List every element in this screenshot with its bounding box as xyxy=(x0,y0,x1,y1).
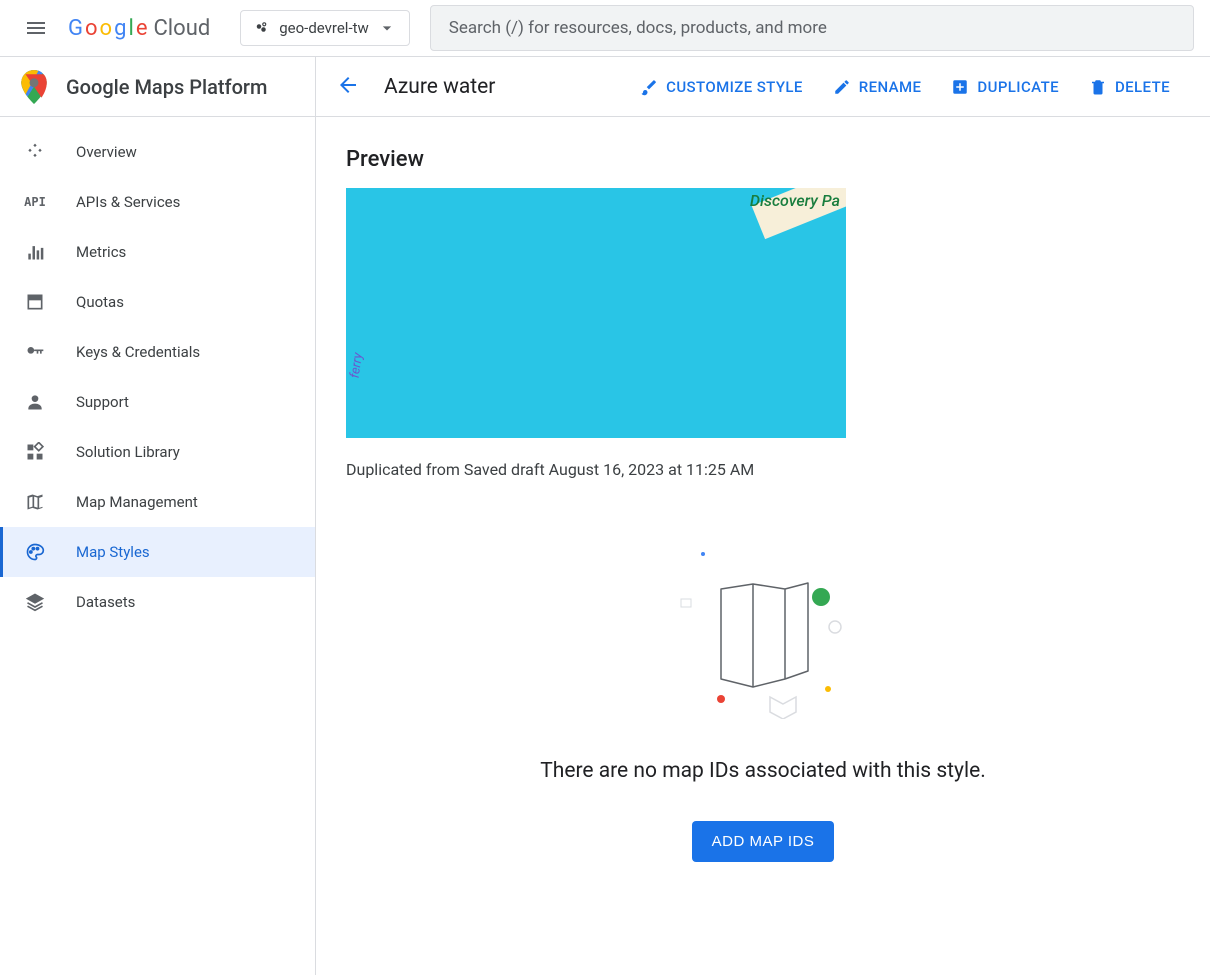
page-title: Azure water xyxy=(384,75,495,99)
search-input[interactable]: Search (/) for resources, docs, products… xyxy=(430,5,1194,51)
duplicate-button[interactable]: DUPLICATE xyxy=(951,78,1059,96)
preview-route-label: ferry xyxy=(348,352,366,379)
add-map-ids-button[interactable]: ADD MAP IDS xyxy=(692,821,835,862)
sidebar-item-label: Map Management xyxy=(76,493,198,511)
sidebar-item-overview[interactable]: Overview xyxy=(0,127,315,177)
brush-icon xyxy=(640,78,658,96)
customize-style-button[interactable]: CUSTOMIZE STYLE xyxy=(640,78,803,96)
palette-icon xyxy=(24,541,46,563)
sidebar-item-label: Map Styles xyxy=(76,543,150,561)
plus-box-icon xyxy=(951,78,969,96)
widgets-icon xyxy=(24,441,46,463)
quotas-icon xyxy=(24,291,46,313)
pencil-icon xyxy=(833,78,851,96)
sidebar-item-keys[interactable]: Keys & Credentials xyxy=(0,327,315,377)
google-cloud-logo[interactable]: Google Cloud xyxy=(68,16,210,41)
search-placeholder: Search (/) for resources, docs, products… xyxy=(449,18,827,38)
layers-icon xyxy=(24,591,46,613)
sidebar-item-quotas[interactable]: Quotas xyxy=(0,277,315,327)
metrics-icon xyxy=(24,241,46,263)
empty-message: There are no map IDs associated with thi… xyxy=(540,759,986,783)
sidebar-item-label: APIs & Services xyxy=(76,193,180,211)
header-actions: CUSTOMIZE STYLE RENAME DUPLICATE DELETE xyxy=(640,78,1170,96)
api-icon: API xyxy=(24,191,46,213)
sidebar-item-support[interactable]: Support xyxy=(0,377,315,427)
preview-heading: Preview xyxy=(346,147,1180,172)
sidebar-title: Google Maps Platform xyxy=(66,75,267,99)
sidebar-header: Google Maps Platform xyxy=(0,57,315,117)
map-icon xyxy=(24,491,46,513)
sidebar-item-label: Keys & Credentials xyxy=(76,343,200,361)
project-name: geo-devrel-tw xyxy=(279,19,369,37)
main: Azure water CUSTOMIZE STYLE RENAME DUPLI… xyxy=(316,57,1210,975)
sidebar-item-label: Metrics xyxy=(76,243,126,261)
person-icon xyxy=(24,391,46,413)
trash-icon xyxy=(1089,78,1107,96)
sidebar-item-solution-library[interactable]: Solution Library xyxy=(0,427,315,477)
project-picker[interactable]: geo-devrel-tw xyxy=(240,10,410,46)
back-arrow-icon[interactable] xyxy=(336,73,360,101)
preview-poi-label: Discovery Pa xyxy=(750,191,840,210)
topbar: Google Cloud geo-devrel-tw Search (/) fo… xyxy=(0,0,1210,57)
content: Preview Discovery Pa ferry Duplicated fr… xyxy=(316,117,1210,892)
rename-button[interactable]: RENAME xyxy=(833,78,922,96)
sidebar-item-label: Support xyxy=(76,393,129,411)
empty-map-illustration xyxy=(673,539,853,719)
sidebar-item-map-management[interactable]: Map Management xyxy=(0,477,315,527)
chevron-down-icon xyxy=(377,18,397,38)
empty-state: There are no map IDs associated with thi… xyxy=(346,539,1180,862)
map-preview: Discovery Pa ferry xyxy=(346,188,846,438)
sidebar-item-metrics[interactable]: Metrics xyxy=(0,227,315,277)
sidebar-item-datasets[interactable]: Datasets xyxy=(0,577,315,627)
page-header: Azure water CUSTOMIZE STYLE RENAME DUPLI… xyxy=(316,57,1210,117)
preview-caption: Duplicated from Saved draft August 16, 2… xyxy=(346,460,1180,479)
overview-icon xyxy=(24,141,46,163)
sidebar-item-label: Datasets xyxy=(76,593,135,611)
sidebar-item-label: Quotas xyxy=(76,293,124,311)
sidebar-item-map-styles[interactable]: Map Styles xyxy=(0,527,315,577)
delete-button[interactable]: DELETE xyxy=(1089,78,1170,96)
menu-icon[interactable] xyxy=(16,8,56,48)
sidebar-nav: Overview API APIs & Services Metrics Quo… xyxy=(0,117,315,627)
sidebar-item-label: Solution Library xyxy=(76,443,180,461)
sidebar-item-apis[interactable]: API APIs & Services xyxy=(0,177,315,227)
sidebar-item-label: Overview xyxy=(76,143,137,161)
key-icon xyxy=(24,341,46,363)
maps-pin-icon xyxy=(20,70,48,104)
sidebar: Google Maps Platform Overview API APIs &… xyxy=(0,57,316,975)
